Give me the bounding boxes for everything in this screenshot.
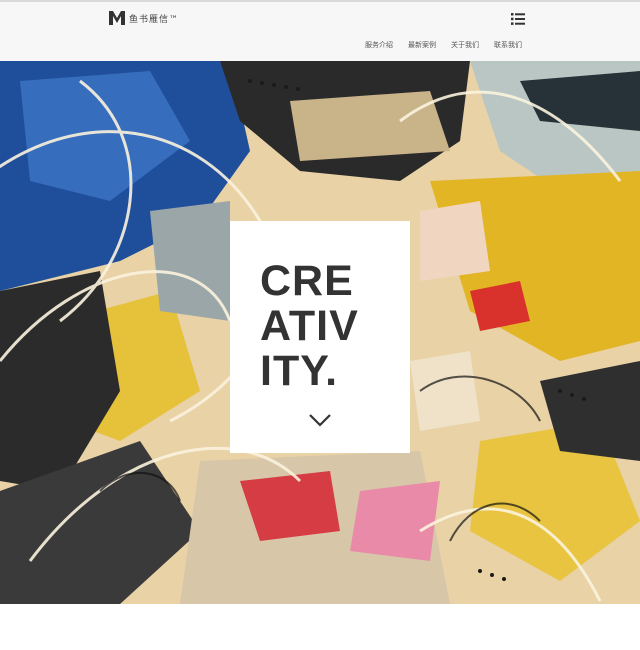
hero-title-line: ITY. xyxy=(260,347,339,395)
hero-title-line: CRE xyxy=(260,257,354,305)
main-nav: 服务介绍 最新案例 关于我们 联系我们 xyxy=(0,40,640,54)
list-icon[interactable] xyxy=(511,13,525,25)
brand-logo[interactable]: 鱼书雁信™ xyxy=(109,11,179,25)
site-header: 鱼书雁信™ 服务介绍 最新案例 关于我们 联系我们 xyxy=(0,0,640,61)
nav-item-contact[interactable]: 联系我们 xyxy=(494,40,522,50)
nav-item-services[interactable]: 服务介绍 xyxy=(365,40,393,50)
hero-title: CRE ATIV ITY. xyxy=(260,259,390,394)
nav-item-cases[interactable]: 最新案例 xyxy=(408,40,436,50)
brand-name: 鱼书雁信™ xyxy=(129,14,180,25)
hero-banner: CRE ATIV ITY. xyxy=(0,61,640,604)
hero-title-card: CRE ATIV ITY. xyxy=(230,221,410,453)
logo-mark-icon xyxy=(109,11,125,25)
page-bottom-space xyxy=(0,604,640,650)
nav-item-about[interactable]: 关于我们 xyxy=(451,40,479,50)
hero-title-line: ATIV xyxy=(260,302,359,350)
chevron-down-icon[interactable] xyxy=(308,413,332,427)
